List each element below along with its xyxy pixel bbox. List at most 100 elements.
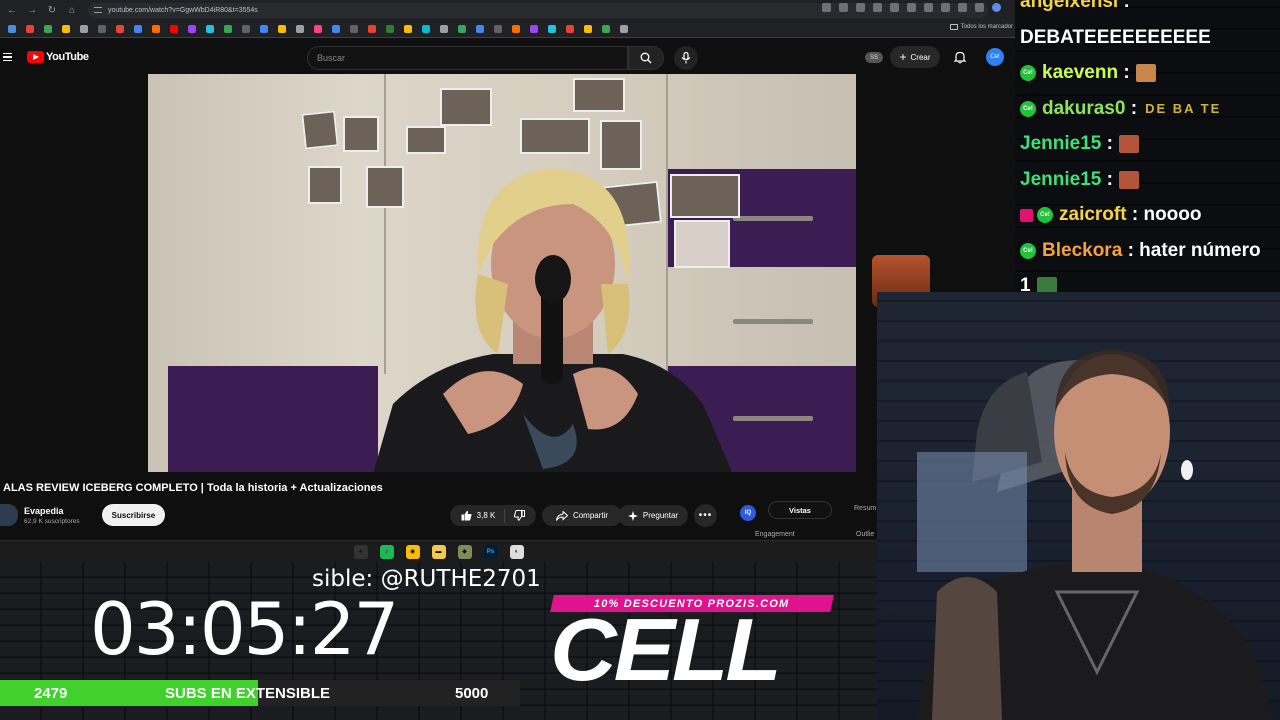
bookmark-favicon-icon[interactable]	[386, 24, 394, 33]
bookmark-favicon-icon[interactable]	[494, 24, 502, 33]
chat-message: 1	[1020, 275, 1057, 292]
chat-message: Jennie15 :	[1020, 169, 1139, 191]
chat-username: zaicroft	[1059, 204, 1127, 225]
bookmark-favicon-icon[interactable]	[188, 24, 196, 33]
tab-views[interactable]: Vistas	[768, 501, 832, 519]
channel-name[interactable]: Evapedia	[24, 506, 80, 516]
chat-message: angelxensi :	[1020, 0, 1130, 13]
bookmark-favicon-icon[interactable]	[458, 24, 466, 33]
extension-icon[interactable]	[907, 3, 916, 12]
bookmark-favicon-icon[interactable]	[116, 24, 124, 33]
menu-icon[interactable]	[3, 53, 12, 61]
chrome-icon[interactable]: ◉	[405, 544, 420, 559]
thumbs-up-icon[interactable]	[461, 510, 472, 521]
bookmark-favicon-icon[interactable]	[422, 24, 430, 33]
youtube-header: YouTube SS + Crear Ce!	[0, 38, 1015, 76]
like-count[interactable]: 3,8 K	[477, 511, 496, 520]
app-icon[interactable]: ◆	[457, 544, 472, 559]
bookmark-favicon-icon[interactable]	[8, 24, 16, 33]
bookmark-favicon-icon[interactable]	[620, 24, 628, 33]
channel-badge-icon: Ce!	[1020, 100, 1036, 117]
obs-icon[interactable]: ●	[353, 544, 368, 559]
bookmark-favicon-icon[interactable]	[584, 24, 592, 33]
downloads-icon[interactable]	[975, 3, 984, 12]
share-icon[interactable]	[856, 3, 865, 12]
forward-icon[interactable]: →	[24, 2, 40, 18]
channel-avatar[interactable]	[0, 504, 18, 526]
subs-label: SUBS EN EXTENSIBLE	[165, 685, 331, 702]
share-button[interactable]: Compartir	[542, 505, 622, 526]
site-info-icon[interactable]	[94, 7, 102, 13]
bookmark-favicon-icon[interactable]	[332, 24, 340, 33]
extension-icon[interactable]	[890, 3, 899, 12]
bookmark-favicon-icon[interactable]	[224, 24, 232, 33]
address-bar-row: ← → ↻ ⌂ youtube.com/watch?v=GgwWbD4iR80&…	[0, 0, 1015, 20]
more-actions-button[interactable]: •••	[694, 504, 717, 527]
bookmark-star-icon[interactable]	[873, 3, 882, 12]
voice-search-button[interactable]	[674, 46, 698, 70]
bookmark-favicon-icon[interactable]	[512, 24, 520, 33]
video-player[interactable]	[148, 74, 856, 472]
bookmark-favicon-icon[interactable]	[566, 24, 574, 33]
bookmark-favicon-icon[interactable]	[80, 24, 88, 33]
account-avatar[interactable]: Ce!	[986, 48, 1004, 66]
bookmark-favicon-icon[interactable]	[206, 24, 214, 33]
chat-emote-icon	[1118, 135, 1139, 153]
bookmark-favicon-icon[interactable]	[134, 24, 142, 33]
like-dislike-control: 3,8 K	[450, 505, 536, 526]
home-icon[interactable]: ⌂	[64, 2, 80, 18]
thumbs-down-icon[interactable]	[514, 510, 526, 521]
cast-icon[interactable]	[839, 3, 848, 12]
youtube-logo[interactable]: YouTube	[27, 51, 89, 63]
spotify-icon[interactable]: ♪	[379, 544, 394, 559]
chat-emote-icon	[1118, 170, 1139, 189]
bookmark-favicon-icon[interactable]	[602, 24, 610, 33]
chat-message: Ce! zaicroft : noooo	[1020, 204, 1202, 226]
create-button[interactable]: + Crear	[890, 46, 940, 68]
ask-button[interactable]: Preguntar	[618, 505, 688, 526]
tab-summary[interactable]: Resum	[854, 505, 876, 512]
analytics-extension-panel: IQ Vistas Resum Engagement Outlie	[730, 497, 890, 540]
search-field[interactable]	[307, 46, 628, 70]
file-explorer-icon[interactable]: ▬	[431, 544, 446, 559]
channel-row: Evapedia 62,9 K suscriptores Suscribirse	[0, 503, 166, 527]
extension-badge[interactable]: SS	[865, 52, 883, 63]
bookmark-favicon-icon[interactable]	[44, 24, 52, 33]
bookmark-favicon-icon[interactable]	[440, 24, 448, 33]
bookmark-favicon-icon[interactable]	[548, 24, 556, 33]
bookmark-favicon-icon[interactable]	[314, 24, 322, 33]
bookmark-favicon-icon[interactable]	[26, 24, 34, 33]
back-icon[interactable]: ←	[4, 2, 20, 18]
chat-username: Jennie15	[1020, 133, 1102, 154]
zoom-icon[interactable]	[822, 3, 831, 12]
search-button[interactable]	[628, 46, 664, 70]
bookmark-favicon-icon[interactable]	[476, 24, 484, 33]
bookmark-favicon-icon[interactable]	[404, 24, 412, 33]
bookmark-favicon-icon[interactable]	[242, 24, 250, 33]
subscribe-button[interactable]: Suscribirse	[101, 504, 166, 526]
notifications-bell-icon[interactable]	[953, 50, 967, 64]
extension-logo[interactable]: IQ	[740, 505, 756, 521]
bookmark-favicon-icon[interactable]	[368, 24, 376, 33]
bookmark-favicon-icon[interactable]	[350, 24, 358, 33]
bookmark-favicon-icon[interactable]	[296, 24, 304, 33]
search-input[interactable]	[308, 47, 627, 69]
bookmark-favicon-icon[interactable]	[98, 24, 106, 33]
profile-avatar-icon[interactable]	[992, 3, 1001, 12]
bookmark-favicon-icon[interactable]	[278, 24, 286, 33]
chat-username: Jennie15	[1020, 168, 1102, 190]
bookmark-favicon-icon[interactable]	[530, 24, 538, 33]
puzzle-icon[interactable]	[941, 3, 950, 12]
tab-search-icon[interactable]	[958, 3, 967, 12]
discord-icon[interactable]: ◐	[509, 544, 524, 559]
bookmark-favicon-icon[interactable]	[170, 24, 178, 33]
bookmark-favicon-icon[interactable]	[260, 24, 268, 33]
chat-emote-icon	[1135, 64, 1156, 82]
photoshop-icon[interactable]: Ps	[483, 544, 498, 559]
bookmark-favicon-icon[interactable]	[152, 24, 160, 33]
reload-icon[interactable]: ↻	[44, 2, 60, 18]
browser-window: ← → ↻ ⌂ youtube.com/watch?v=GgwWbD4iR80&…	[0, 0, 1015, 540]
bookmark-favicon-icon[interactable]	[62, 24, 70, 33]
all-bookmarks-folder[interactable]: Todos los marcador	[949, 24, 1013, 30]
extension-icon[interactable]	[924, 3, 933, 12]
